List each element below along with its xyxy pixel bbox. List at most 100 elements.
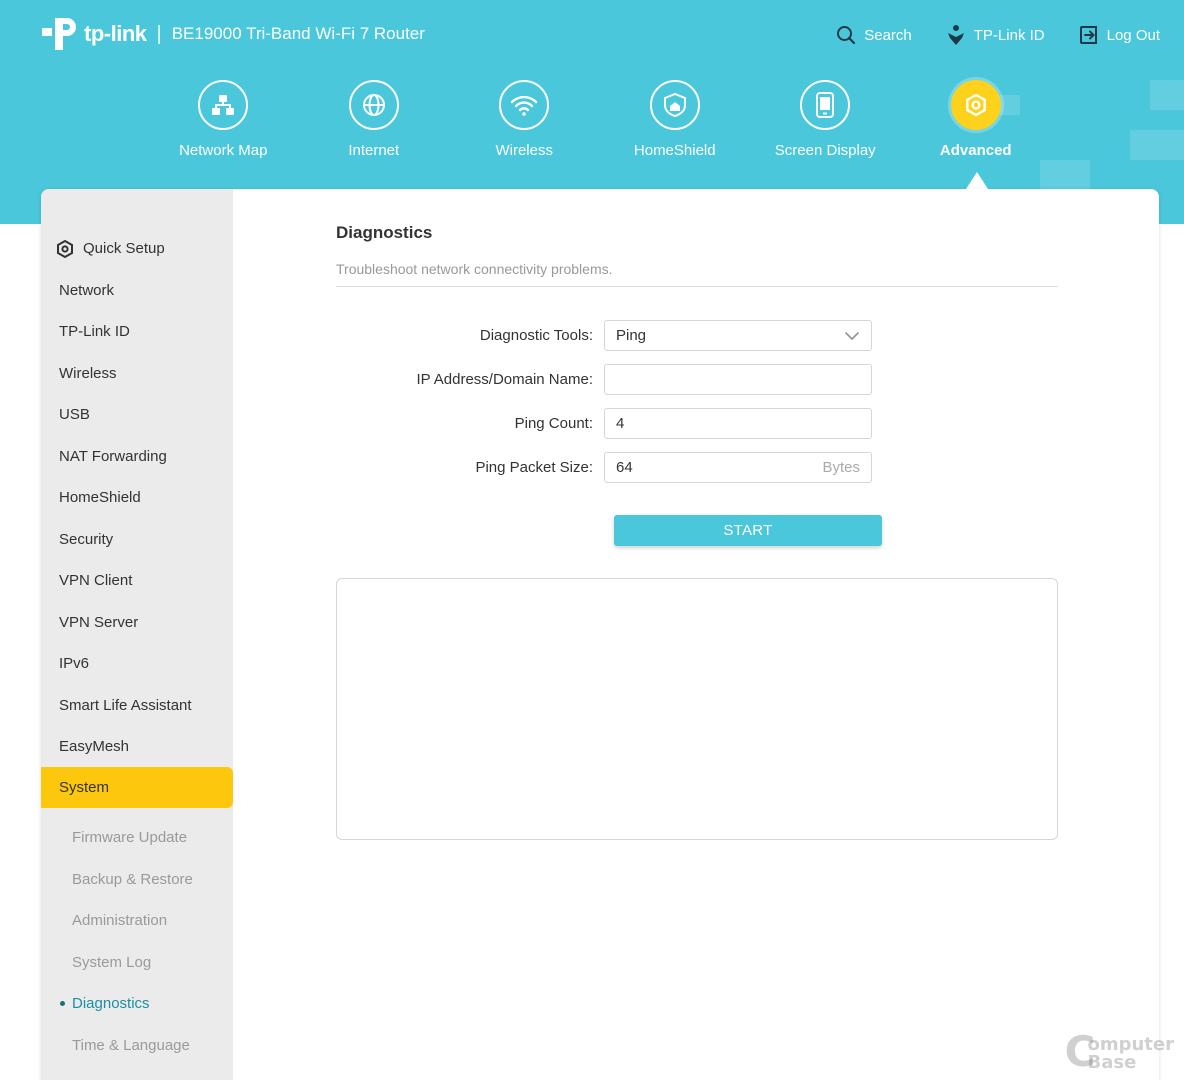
ping-count-row: Ping Count: 4 [336,408,1058,439]
nav-homeshield[interactable]: HomeShield [600,80,751,159]
sidebar-subitem-system-log[interactable]: System Log [41,942,233,983]
sidebar-item-label: Smart Life Assistant [59,696,192,714]
computerbase-watermark: C omputer Base [1065,1031,1174,1073]
search-icon [837,26,856,45]
sidebar-item-label: NAT Forwarding [59,447,167,465]
ip-address-input[interactable] [604,364,872,395]
sidebar-item-homeshield[interactable]: HomeShield [41,477,233,518]
ping-packet-size-label: Ping Packet Size: [475,459,593,476]
diagnostic-tools-select[interactable]: Ping [604,320,872,351]
globe-icon [348,80,399,130]
ping-count-input[interactable]: 4 [604,408,872,439]
sidebar-subitem-label: Diagnostics [72,995,150,1012]
sidebar-item-label: USB [59,406,90,423]
chevron-down-icon [845,331,859,340]
brand-separator: | [156,22,162,45]
divider [336,286,1058,287]
active-bullet [60,1001,65,1006]
page-description: Troubleshoot network connectivity proble… [336,261,613,277]
sidebar-item-nat-forwarding[interactable]: NAT Forwarding [41,436,233,477]
nav-label: Screen Display [774,142,876,159]
brand[interactable]: tp-link | BE19000 Tri-Band Wi-Fi 7 Route… [40,14,425,54]
sidebar-item-label: TP-Link ID [59,323,130,340]
ip-address-label: IP Address/Domain Name: [416,371,593,388]
nav-internet[interactable]: Internet [299,80,450,159]
nav-label: Advanced [939,142,1012,159]
sidebar-item-label: VPN Client [59,572,133,589]
nav-screen-display[interactable]: Screen Display [750,80,901,159]
start-button[interactable]: START [614,515,882,546]
sidebar-subitem-administration[interactable]: Administration [41,900,233,941]
sidebar-subitem-label: Backup & Restore [72,870,193,888]
logout-label: Log Out [1106,26,1160,44]
sidebar-item-tplink-id[interactable]: TP-Link ID [41,311,233,352]
sidebar-item-wireless[interactable]: Wireless [41,353,233,394]
nav-label: HomeShield [633,142,716,159]
ping-count-value: 4 [616,415,625,432]
sidebar-subitem-time-language[interactable]: Time & Language [41,1025,233,1066]
nav-label: Wireless [495,142,553,159]
sidebar-item-smart-life-assistant[interactable]: Smart Life Assistant [41,685,233,726]
ping-packet-size-row: Ping Packet Size: 64 Bytes [336,452,1058,483]
sidebar-subitem-label: Firmware Update [72,829,188,846]
sidebar-subitem-backup-restore[interactable]: Backup & Restore [41,859,233,900]
sidebar-item-label: EasyMesh [59,738,130,755]
sidebar-item-usb[interactable]: USB [41,394,233,435]
sidebar-item-vpn-client[interactable]: VPN Client [41,560,233,601]
sidebar-item-label: Wireless [59,364,117,382]
sidebar-subitem-label: Time & Language [72,1036,190,1054]
nav-advanced[interactable]: Advanced [901,80,1052,159]
gear-icon [950,80,1001,130]
sidebar-item-label: VPN Server [59,613,139,631]
diagnostic-tools-label: Diagnostic Tools: [479,327,593,344]
sidebar-subitem-label: System Log [72,953,152,971]
main-nav: Network Map Internet Wireless HomeShield… [148,80,1051,159]
sidebar-item-system[interactable]: System [41,767,233,808]
nav-network-map[interactable]: Network Map [148,80,299,159]
tplink-id-icon [947,25,964,45]
sidebar-item-quick-setup[interactable]: Quick Setup [41,228,233,269]
main-panel: Quick Setup Network TP-Link ID Wireless … [41,189,1159,1080]
logout-link[interactable]: Log Out [1079,25,1160,45]
bytes-unit: Bytes [822,459,860,476]
sidebar: Quick Setup Network TP-Link ID Wireless … [41,189,233,1080]
tplink-logo-icon [42,18,76,50]
diagnostic-result-area[interactable] [336,578,1058,840]
sidebar-item-label: IPv6 [59,655,90,672]
ip-address-row: IP Address/Domain Name: [336,364,1058,395]
watermark-text: omputer Base [1087,1036,1174,1072]
page-title: Diagnostics [336,223,433,242]
sidebar-item-network[interactable]: Network [41,270,233,311]
sidebar-item-security[interactable]: Security [41,519,233,560]
sidebar-item-label: System [59,779,110,796]
brand-name: tp-link [84,21,147,46]
sidebar-item-label: HomeShield [59,489,141,506]
tplink-id-label: TP-Link ID [973,26,1045,44]
wifi-icon [499,80,550,130]
search-link[interactable]: Search [836,25,912,45]
diagnostic-tools-row: Diagnostic Tools: Ping [336,320,1058,351]
logout-icon [1079,26,1097,44]
active-nav-pointer [966,172,988,189]
homeshield-icon [649,80,700,130]
sidebar-item-vpn-server[interactable]: VPN Server [41,602,233,643]
ping-packet-size-input[interactable]: 64 Bytes [604,452,872,483]
sidebar-item-label: Network [59,281,115,299]
diagnostics-content: Diagnostics Troubleshoot network connect… [336,223,1058,840]
sidebar-subitem-label: Administration [72,912,168,929]
search-label: Search [864,26,912,44]
sidebar-item-easymesh[interactable]: EasyMesh [41,726,233,767]
router-model: BE19000 Tri-Band Wi-Fi 7 Router [171,24,425,43]
screen-display-icon [800,80,851,130]
sidebar-subitem-firmware-update[interactable]: Firmware Update [41,817,233,858]
tplink-id-link[interactable]: TP-Link ID [946,24,1045,46]
quick-setup-icon [57,239,73,258]
sidebar-subitem-diagnostics[interactable]: Diagnostics [41,983,233,1024]
header-decoration [1150,80,1184,110]
sidebar-item-ipv6[interactable]: IPv6 [41,643,233,684]
top-links: Search TP-Link ID Log Out [802,24,1160,46]
ping-count-label: Ping Count: [514,415,593,432]
sidebar-item-label: Security [59,530,114,548]
sidebar-item-label: Quick Setup [83,240,165,257]
nav-wireless[interactable]: Wireless [449,80,600,159]
